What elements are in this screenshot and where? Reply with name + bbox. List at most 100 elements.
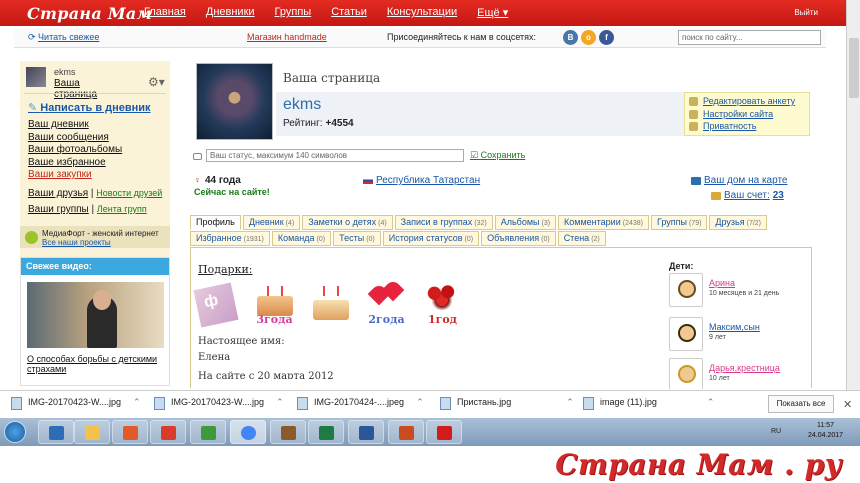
nav-groups[interactable]: Группы [275, 6, 312, 19]
nav-articles[interactable]: Статьи [331, 6, 367, 19]
gift-item[interactable] [309, 280, 352, 326]
sidebar-item-messages[interactable]: Ваши сообщения [28, 132, 122, 145]
tab-profile[interactable]: Профиль [190, 215, 241, 230]
download-item[interactable]: Пристань.jpg ⌃ [440, 397, 574, 410]
tab-comments[interactable]: Комментарии (2438) [558, 215, 649, 230]
sidebar-item-diary[interactable]: Ваш дневник [28, 119, 122, 132]
download-item[interactable]: IMG-20170423-W....jpg ⌃ [154, 397, 284, 410]
taskbar-app[interactable] [388, 420, 424, 444]
avatar[interactable] [26, 67, 46, 87]
gifts-heading[interactable]: Подарки: [198, 263, 253, 276]
save-status-button[interactable]: ☑ Сохранить [470, 150, 525, 161]
nav-home[interactable]: Главная [144, 6, 186, 19]
mediafort-banner[interactable]: МедиаФорт - женский интернет Все наши пр… [20, 226, 170, 248]
tab-team[interactable]: Команда (0) [271, 231, 332, 246]
tab-group-posts[interactable]: Записи в группах (32) [394, 215, 493, 230]
sidebar-item-friends[interactable]: Ваши друзья [28, 188, 88, 199]
chevron-down-icon[interactable]: ⌃ [566, 397, 574, 407]
privacy-link[interactable]: Приватность [689, 120, 805, 133]
tab-albums[interactable]: Альбомы (3) [494, 215, 557, 230]
tab-favorites[interactable]: Избранное (1931) [190, 231, 270, 246]
nav-more[interactable]: Ещё ▾ [477, 6, 508, 19]
chevron-down-icon[interactable]: ⌃ [416, 397, 424, 407]
gift-item[interactable]: 2года [365, 278, 408, 326]
tab-child-notes[interactable]: Заметки о детях (4) [302, 215, 393, 230]
nav-diaries[interactable]: Дневники [206, 6, 255, 19]
taskbar-app[interactable] [38, 420, 74, 444]
logout-link[interactable]: Выйти [794, 8, 818, 17]
write-diary-link[interactable]: ✎ Написать в дневник [28, 101, 151, 114]
taskbar-app[interactable] [74, 420, 110, 444]
taskbar-app[interactable] [150, 420, 186, 444]
kid-name-link[interactable]: Арина [709, 278, 735, 288]
tab-row-1: Профиль Дневник (4) Заметки о детях (4) За… [190, 215, 810, 230]
site-logo[interactable]: Страна Мам [27, 4, 152, 23]
tab-ads[interactable]: Объявления (0) [481, 231, 556, 246]
download-item[interactable]: IMG-20170423-W....jpg ⌃ [11, 397, 141, 410]
kid-name-link[interactable]: Дарья,крестница [709, 363, 780, 373]
account-balance[interactable]: Ваш счет: 23 [711, 190, 784, 201]
tab-wall[interactable]: Стена (2) [557, 231, 606, 246]
my-page-link[interactable]: Ваша страница [54, 78, 97, 100]
tab-diary[interactable]: Дневник (4) [242, 215, 301, 230]
tab-tests[interactable]: Тесты (0) [333, 231, 381, 246]
sidebar-item-purchases[interactable]: Ваши закупки [28, 169, 122, 182]
taskbar-app[interactable] [426, 420, 462, 444]
sidebar-item-favorites[interactable]: Ваше избранное [28, 157, 122, 170]
chevron-down-icon[interactable]: ⌃ [276, 397, 284, 407]
home-map-link[interactable]: Ваш дом на карте [691, 175, 787, 186]
language-indicator[interactable]: RU [771, 428, 781, 435]
region-link[interactable]: Республика Татарстан [363, 175, 480, 186]
kid-avatar[interactable] [669, 358, 703, 389]
sidebar-item-groups-feed[interactable]: Лента групп [97, 204, 147, 214]
profile-avatar[interactable] [196, 63, 273, 140]
gift-item[interactable]: 1год [421, 280, 464, 326]
status-input[interactable]: Ваш статус, максимум 140 символов [206, 149, 464, 162]
gift-item[interactable]: ф [193, 280, 240, 328]
tab-label: Друзья [715, 217, 745, 227]
tab-groups[interactable]: Группы (79) [650, 215, 708, 230]
image-file-icon [154, 397, 165, 410]
read-fresh-link[interactable]: ⟳ Читать свежее [28, 32, 99, 43]
gift-item[interactable]: 3года [253, 280, 296, 326]
tab-status-history[interactable]: История статусов (0) [382, 231, 480, 246]
odnoklassniki-icon[interactable]: о [581, 30, 596, 45]
mediafort-projects-link[interactable]: Все наши проекты [42, 238, 170, 247]
kid-name-link[interactable]: Максим,сын [709, 322, 760, 332]
taskbar-app[interactable] [190, 420, 226, 444]
download-item[interactable]: image (11).jpg ⌃ [583, 397, 715, 410]
taskbar-app[interactable] [348, 420, 384, 444]
video-caption-link[interactable]: О способах борьбы с детскими страхами [27, 354, 165, 374]
kid-avatar[interactable] [669, 273, 703, 307]
show-all-downloads-button[interactable]: Показать все [768, 395, 834, 413]
online-status: Сейчас на сайте! [194, 187, 270, 197]
facebook-icon[interactable]: f [599, 30, 614, 45]
system-clock[interactable]: 11:57 24.04.2017 [808, 421, 843, 441]
sidebar-item-friends-news[interactable]: Новости друзей [96, 188, 162, 198]
scrollbar-thumb[interactable] [849, 38, 859, 98]
vk-icon[interactable]: В [563, 30, 578, 45]
page-scrollbar[interactable] [846, 0, 860, 390]
download-item[interactable]: IMG-20170424-....jpeg ⌃ [297, 397, 424, 410]
edit-profile-link[interactable]: Редактировать анкету [689, 95, 805, 108]
gear-icon[interactable]: ⚙▾ [148, 75, 165, 89]
chevron-down-icon[interactable]: ⌃ [707, 397, 715, 407]
download-filename: Пристань.jpg [457, 397, 512, 407]
search-input[interactable]: поиск по сайту... [678, 30, 821, 45]
chevron-down-icon[interactable]: ⌃ [133, 397, 141, 407]
taskbar-app-chrome[interactable] [230, 420, 266, 444]
sidebar-item-groups[interactable]: Ваши группы [28, 204, 89, 215]
nav-consultations[interactable]: Консультации [387, 6, 457, 19]
social-join-label: Присоединяйтесь к нам в соцсетях: [387, 32, 537, 42]
handmade-shop-link[interactable]: Магазин handmade [247, 32, 327, 42]
taskbar-app[interactable] [270, 420, 306, 444]
taskbar-app[interactable] [308, 420, 344, 444]
sidebar-item-albums[interactable]: Ваши фотоальбомы [28, 144, 122, 157]
kid-avatar[interactable] [669, 317, 703, 351]
start-button[interactable] [4, 421, 26, 443]
site-settings-link[interactable]: Настройки сайта [689, 108, 805, 121]
close-icon[interactable]: ✕ [843, 398, 852, 411]
taskbar-app[interactable] [112, 420, 148, 444]
tab-friends[interactable]: Друзья (7/2) [709, 215, 768, 230]
video-thumbnail[interactable] [27, 282, 164, 348]
